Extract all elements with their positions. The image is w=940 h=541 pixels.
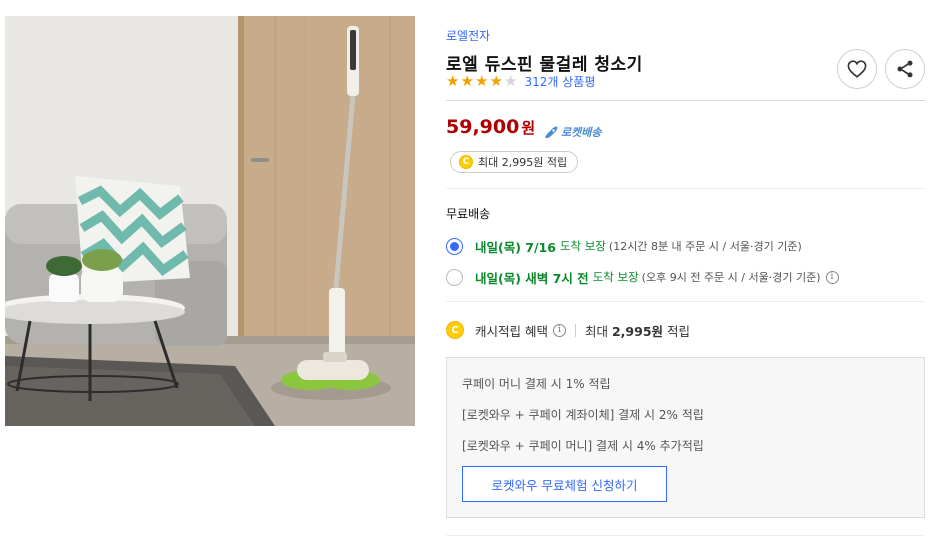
radio-unselected[interactable] [446, 268, 463, 286]
cash-max-prefix: 최대 [584, 323, 608, 339]
rocket-wow-trial-button[interactable]: 로켓와우 무료체험 신청하기 [462, 466, 667, 502]
cash-chip-text: 최대 2,995원 적립 [478, 156, 568, 169]
coin-icon: C [459, 155, 473, 169]
product-image[interactable] [5, 16, 415, 426]
cash-max-suffix: 적립 [667, 323, 691, 339]
price-amount: 59,900 [446, 116, 520, 138]
rocket-label: 로켓배송 [561, 126, 602, 139]
price: 59,900 원 [446, 116, 535, 138]
cash-max-amount: 2,995원 [611, 323, 664, 339]
shipping-date: 내일(목) 새벽 7시 전 [475, 270, 589, 286]
product-photo [5, 16, 415, 426]
share-icon [897, 60, 913, 78]
divider [446, 100, 925, 101]
product-info: 로엘전자 로엘 듀스핀 물걸레 청소기 ★ ★ ★ ★ ★ 312개 상품평 5… [446, 0, 926, 541]
benefit-line: [로켓와우 + 쿠페이 머니] 결제 시 4% 추가적립 [462, 439, 704, 453]
benefit-line: [로켓와우 + 쿠페이 계좌이체] 결제 시 2% 적립 [462, 408, 704, 422]
review-count-link[interactable]: 312개 상품평 [525, 73, 596, 90]
benefit-line: 쿠페이 머니 결제 시 1% 적립 [462, 377, 611, 391]
info-icon[interactable]: i [825, 270, 839, 284]
star-icon: ★ [446, 71, 460, 90]
divider [446, 535, 925, 536]
separator [574, 323, 576, 337]
rocket-delivery-badge: 로켓배송 [544, 124, 601, 140]
cash-benefit-label: 캐시적립 혜택 [475, 323, 548, 339]
shipping-option-dawn[interactable]: 내일(목) 새벽 7시 전 도착 보장 (오후 9시 전 주문 시 / 서울·경… [446, 267, 839, 287]
heart-icon [847, 60, 867, 78]
radio-selected[interactable] [446, 237, 463, 255]
brand-link[interactable]: 로엘전자 [446, 27, 490, 44]
coin-icon: C [446, 321, 464, 339]
shipping-condition: (12시간 8분 내 주문 시 / 서울·경기 기준) [608, 240, 802, 253]
shipping-guarantee: 도착 보장 [559, 239, 606, 253]
shipping-guarantee: 도착 보장 [592, 270, 639, 284]
info-icon[interactable]: i [552, 323, 566, 337]
rating-stars: ★ ★ ★ ★ ★ [446, 71, 519, 90]
star-icon: ★ [460, 71, 474, 90]
star-icon: ★ [489, 71, 503, 90]
divider [446, 188, 925, 189]
star-icon: ★ [475, 71, 489, 90]
shipping-date: 내일(목) 7/16 [475, 239, 556, 255]
rating-row: ★ ★ ★ ★ ★ 312개 상품평 [446, 73, 595, 89]
cash-benefit-row: C 캐시적립 혜택 i 최대 2,995원 적립 [446, 319, 690, 341]
payment-benefits-box: 쿠페이 머니 결제 시 1% 적립 [로켓와우 + 쿠페이 계좌이체] 결제 시… [446, 357, 925, 518]
share-button[interactable] [885, 49, 925, 89]
price-unit: 원 [521, 119, 536, 137]
shipping-label: 무료배송 [446, 207, 491, 221]
shipping-option-tomorrow[interactable]: 내일(목) 7/16 도착 보장 (12시간 8분 내 주문 시 / 서울·경기… [446, 236, 802, 256]
star-empty-icon: ★ [504, 71, 518, 90]
rocket-icon [545, 126, 558, 138]
shipping-condition: (오후 9시 전 주문 시 / 서울·경기 기준) [641, 271, 821, 284]
wishlist-button[interactable] [837, 49, 877, 89]
divider [446, 301, 925, 302]
cash-reward-chip: C 최대 2,995원 적립 [450, 151, 579, 173]
